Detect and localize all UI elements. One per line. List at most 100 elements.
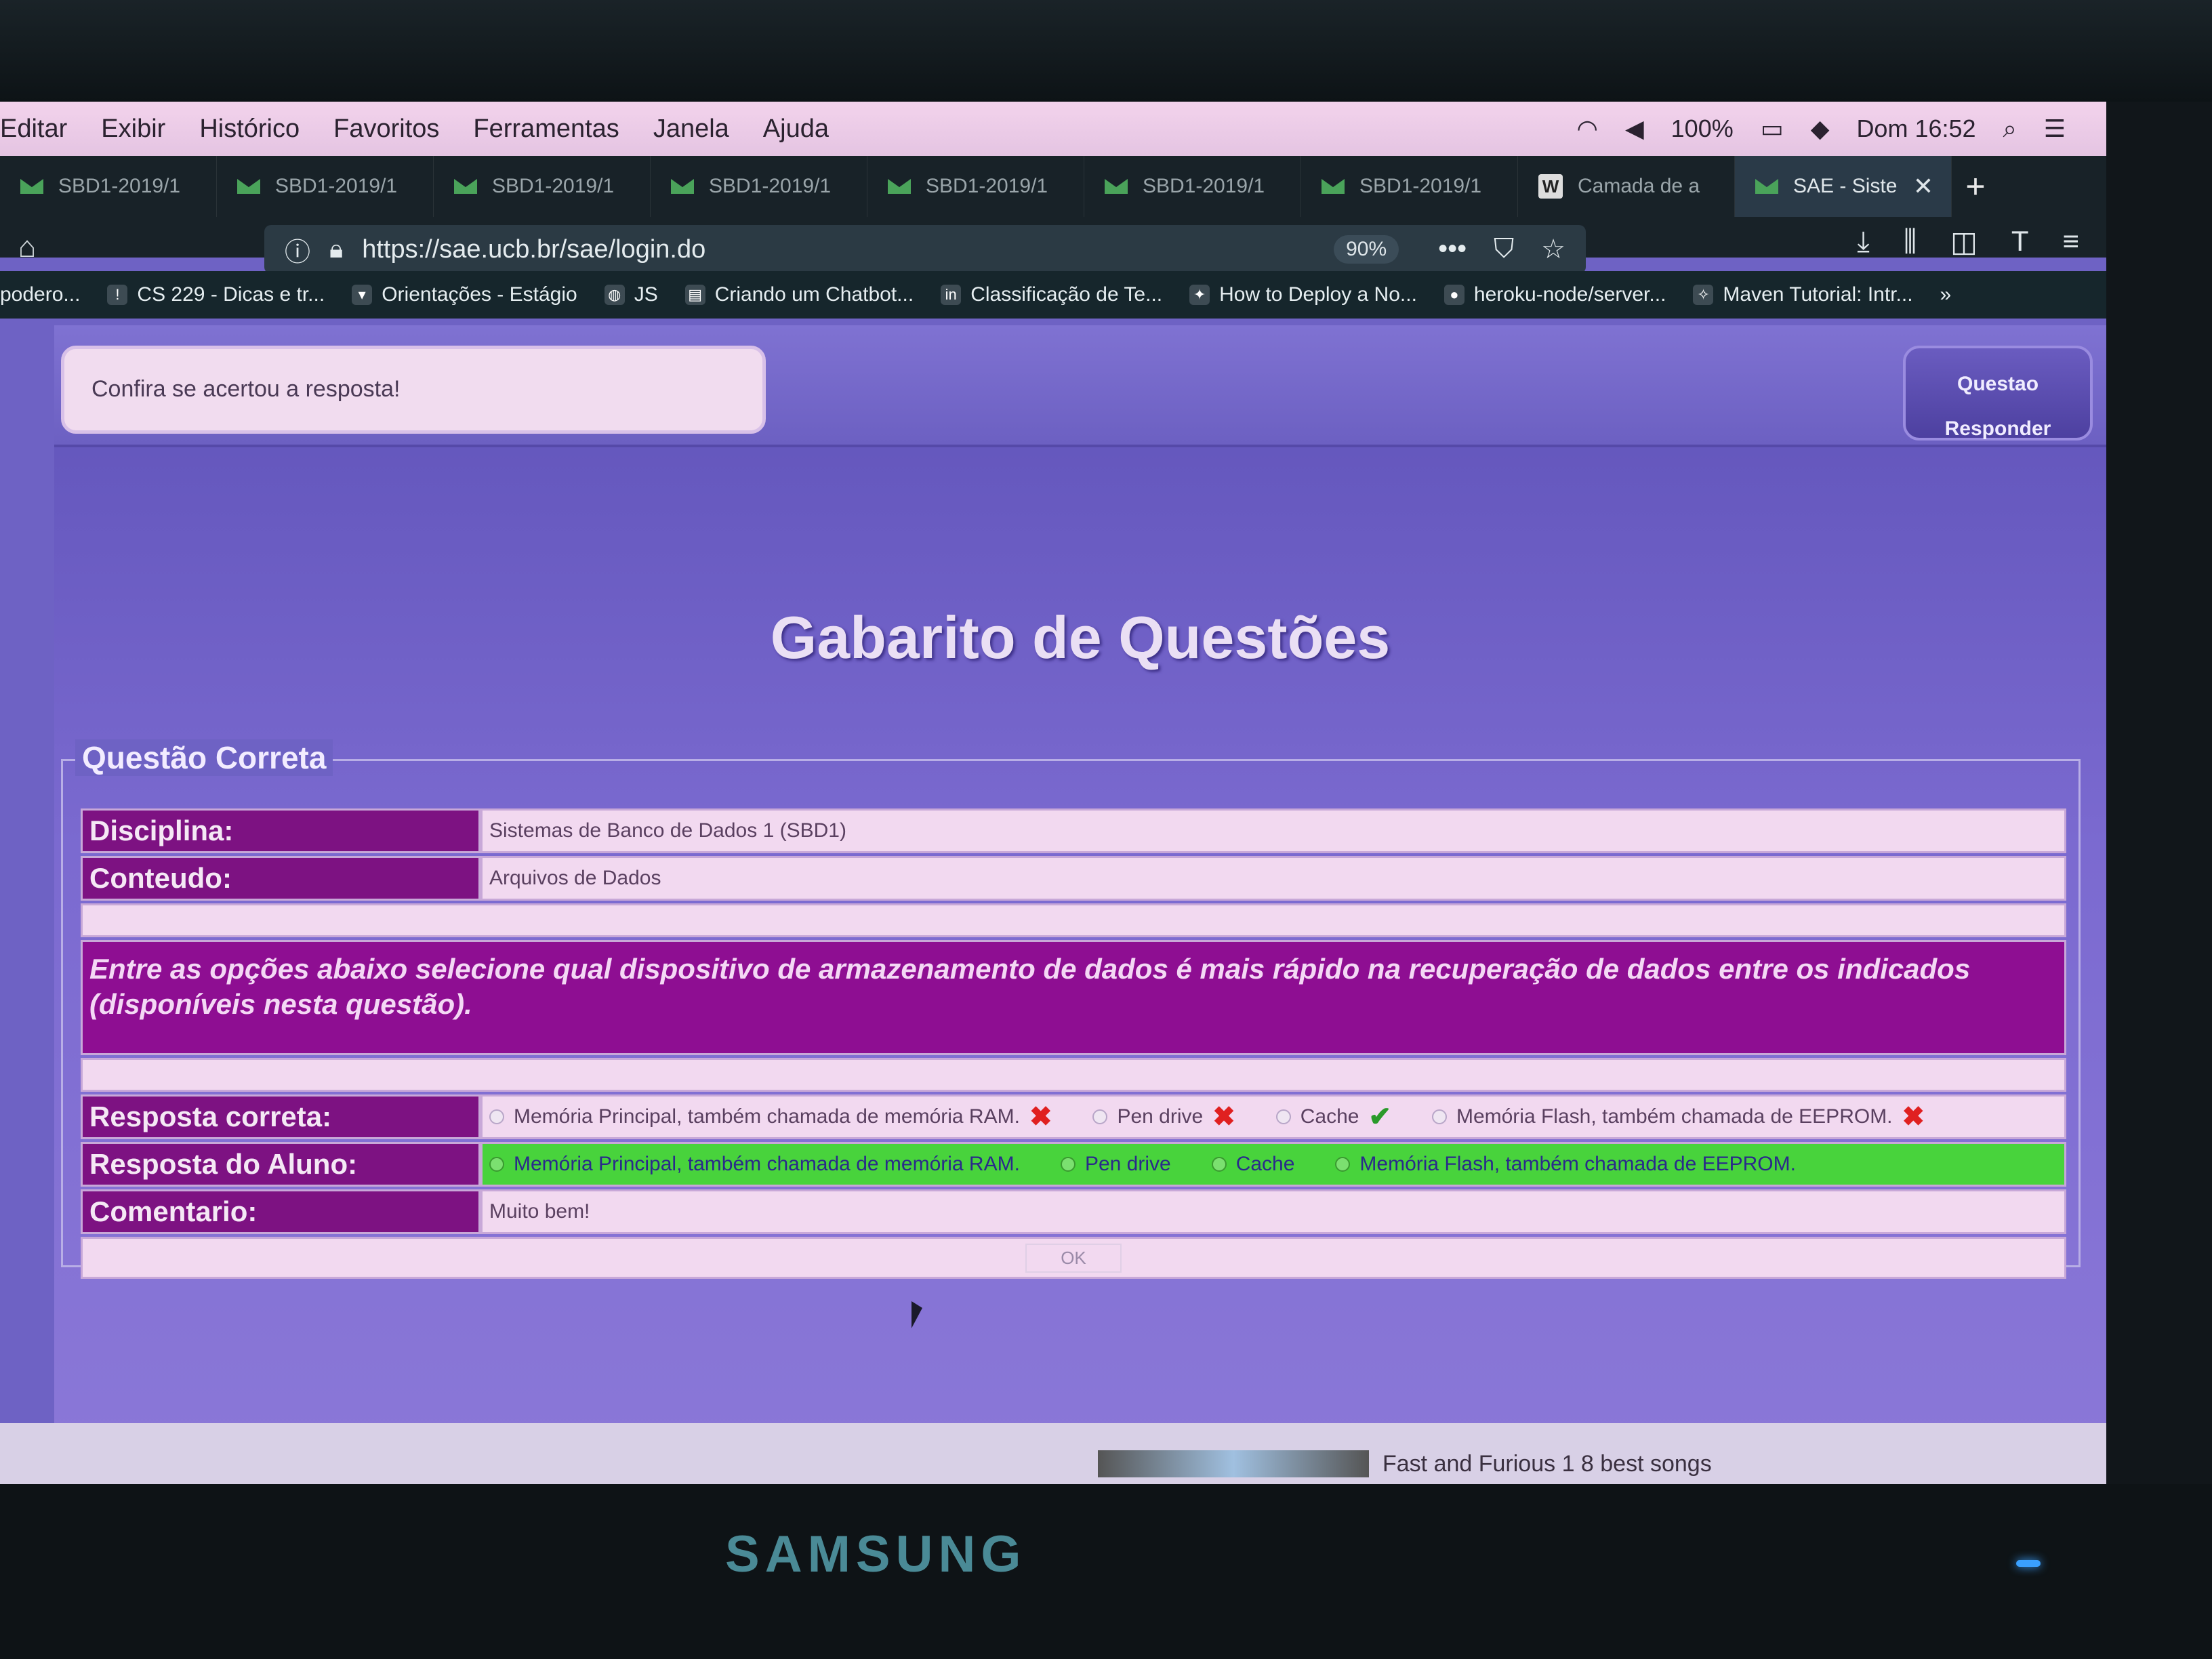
flag-icon[interactable]: ◆	[1811, 115, 1830, 143]
battery-percent[interactable]: 100%	[1671, 115, 1734, 143]
questao-responder-button[interactable]: Questao Responder	[1903, 346, 2093, 441]
menu-ajuda[interactable]: Ajuda	[763, 115, 829, 144]
bookmark-label: Maven Tutorial: Intr...	[1723, 283, 1913, 306]
gmail-icon	[20, 179, 43, 194]
questao-button-line2: Responder	[1944, 417, 2051, 440]
student-option[interactable]: Memória Flash, também chamada de EEPROM.	[1335, 1153, 1796, 1176]
table-row: Resposta correta: Memória Principal, tam…	[81, 1094, 2066, 1139]
radio-button	[1431, 1109, 1447, 1124]
url-text[interactable]: https://sae.ucb.br/sae/login.do	[362, 235, 705, 264]
bookmark-star-icon[interactable]: ☆	[1541, 234, 1565, 265]
monitor-bezel-bottom	[0, 1484, 2212, 1659]
taskbar-item[interactable]: Fast and Furious 1 8 best songs	[1098, 1450, 1712, 1477]
wrong-x-icon: ✖	[1029, 1102, 1052, 1132]
tab-sbd1-2[interactable]: SBD1-2019/1	[217, 156, 434, 217]
taskbar	[0, 1423, 2106, 1484]
page-header-band: Confira se acertou a resposta! Questao R…	[54, 325, 2106, 447]
bookmark-maven[interactable]: ✧ Maven Tutorial: Intr...	[1693, 283, 1913, 306]
bookmark-chatbot[interactable]: ▤ Criando um Chatbot...	[684, 283, 914, 306]
option-label: Cache	[1235, 1153, 1295, 1175]
radio-button[interactable]	[1211, 1157, 1227, 1172]
pocket-icon[interactable]: ⛉	[1494, 234, 1514, 265]
radio-button[interactable]	[1060, 1157, 1076, 1172]
radio-button[interactable]	[489, 1157, 504, 1172]
bookmarks-overflow-icon[interactable]: »	[1940, 283, 1952, 306]
tab-camada[interactable]: W Camada de a	[1518, 156, 1735, 217]
resposta-correta-options: Memória Principal, também chamada de mem…	[480, 1094, 2066, 1139]
thermometer-icon: ǃ	[107, 285, 128, 305]
sidebar-icon[interactable]: ◫	[1950, 225, 1978, 258]
tab-sbd1-4[interactable]: SBD1-2019/1	[651, 156, 867, 217]
correct-option: Cache ✔	[1275, 1101, 1391, 1132]
tab-label: SBD1-2019/1	[926, 175, 1048, 197]
radio-button[interactable]	[1335, 1157, 1351, 1172]
option-label: Memória Flash, também chamada de EEPROM.	[1456, 1105, 1893, 1128]
notification-center-icon[interactable]: ☰	[2044, 115, 2066, 143]
ok-button[interactable]: OK	[1025, 1243, 1122, 1273]
home-icon[interactable]: ⌂	[0, 230, 54, 264]
disciplina-value: Sistemas de Banco de Dados 1 (SBD1)	[480, 808, 2066, 853]
table-row: Comentario: Muito bem!	[81, 1189, 2066, 1234]
new-tab-button[interactable]: +	[1952, 156, 1999, 217]
question-text: Entre as opções abaixo selecione qual di…	[81, 940, 2066, 1055]
bookmark-heroku[interactable]: ● heroku-node/server...	[1443, 283, 1666, 306]
answer-table: Disciplina: Sistemas de Banco de Dados 1…	[81, 808, 2066, 1279]
conteudo-value: Arquivos de Dados	[480, 856, 2066, 901]
gmail-icon	[454, 179, 477, 194]
mac-menu-bar: Editar Exibir Histórico Favoritos Ferram…	[0, 102, 2106, 156]
bookmark-classificacao[interactable]: in Classificação de Te...	[941, 283, 1162, 306]
url-bar[interactable]: ⓘ 🔒︎ https://sae.ucb.br/sae/login.do 90%…	[264, 225, 1586, 274]
bookmark-deploy[interactable]: ✦ How to Deploy a No...	[1189, 283, 1417, 306]
ok-row: OK	[81, 1237, 2066, 1279]
bookmark-label: podero...	[0, 283, 81, 306]
sae-icon	[1755, 179, 1778, 194]
bookmark-orientacoes[interactable]: ▾ Orientações - Estágio	[352, 283, 577, 306]
spotlight-search-icon[interactable]: ⌕	[2003, 115, 2017, 144]
correct-check-icon: ✔	[1368, 1102, 1391, 1132]
linkedin-icon: in	[941, 285, 962, 305]
tab-sbd1-6[interactable]: SBD1-2019/1	[1084, 156, 1301, 217]
tab-label: SBD1-2019/1	[492, 175, 615, 197]
menu-ferramentas[interactable]: Ferramentas	[473, 115, 619, 144]
library-icon[interactable]: ⫼	[1904, 225, 1917, 258]
bookmark-podero[interactable]: podero...	[0, 283, 80, 306]
conteudo-label: Conteudo:	[81, 856, 480, 901]
option-label: Pen drive	[1117, 1105, 1204, 1128]
bookmark-js[interactable]: ◍ JS	[604, 283, 658, 306]
wrong-x-icon: ✖	[1212, 1102, 1235, 1132]
tab-label: SBD1-2019/1	[709, 175, 832, 197]
menu-janela[interactable]: Janela	[653, 115, 729, 144]
radio-button	[489, 1109, 504, 1124]
tab-sbd1-3[interactable]: SBD1-2019/1	[434, 156, 651, 217]
page-actions-icon[interactable]: •••	[1438, 234, 1467, 265]
extension-icon[interactable]: T	[2011, 225, 2029, 258]
rocket-icon: ✦	[1189, 285, 1210, 305]
drive-icon: ▾	[352, 285, 373, 305]
lock-icon[interactable]: 🔒︎	[329, 235, 343, 264]
bookmark-cs229[interactable]: ǃ CS 229 - Dicas e tr...	[107, 283, 325, 306]
menu-historico[interactable]: Histórico	[199, 115, 300, 144]
student-option[interactable]: Pen drive	[1060, 1153, 1171, 1176]
menu-editar[interactable]: Editar	[0, 115, 67, 144]
github-icon: ●	[1443, 285, 1465, 305]
hamburger-menu-icon[interactable]: ≡	[2062, 225, 2079, 258]
wifi-icon[interactable]: ◠	[1577, 115, 1598, 143]
menu-exibir[interactable]: Exibir	[101, 115, 165, 144]
student-option[interactable]: Cache	[1211, 1153, 1295, 1176]
tab-sbd1-1[interactable]: SBD1-2019/1	[0, 156, 217, 217]
zoom-level[interactable]: 90%	[1334, 235, 1399, 264]
tab-sbd1-5[interactable]: SBD1-2019/1	[867, 156, 1084, 217]
battery-icon[interactable]: ▭	[1761, 115, 1784, 143]
clock[interactable]: Dom 16:52	[1856, 115, 1975, 143]
tab-sae[interactable]: SAE - Siste ✕	[1735, 156, 1952, 217]
student-option[interactable]: Memória Principal, também chamada de mem…	[489, 1153, 1020, 1176]
download-icon[interactable]: ⤓	[1857, 225, 1870, 258]
info-icon[interactable]: ⓘ	[285, 231, 310, 268]
table-row: Disciplina: Sistemas de Banco de Dados 1…	[81, 808, 2066, 853]
close-tab-icon[interactable]: ✕	[1913, 172, 1933, 201]
option-label: Memória Principal, também chamada de mem…	[514, 1105, 1020, 1128]
tab-sbd1-7[interactable]: SBD1-2019/1	[1301, 156, 1518, 217]
menu-favoritos[interactable]: Favoritos	[333, 115, 439, 144]
volume-icon[interactable]: ◀	[1625, 115, 1644, 143]
power-led	[2016, 1560, 2041, 1567]
